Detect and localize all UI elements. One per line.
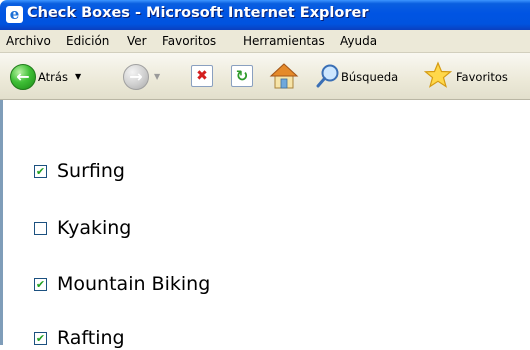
checkmark-icon: ✔: [35, 331, 46, 345]
stop-icon[interactable]: ✖: [191, 65, 213, 87]
forward-arrow-icon[interactable]: →: [123, 64, 149, 90]
menu-ver[interactable]: Ver: [127, 34, 147, 48]
search-button-label[interactable]: Búsqueda: [341, 70, 398, 84]
checkmark-icon: ✔: [35, 277, 46, 291]
menu-herramientas[interactable]: Herramientas: [243, 34, 325, 48]
menu-edicion[interactable]: Edición: [66, 34, 109, 48]
checkbox-row-rafting[interactable]: ✔ Rafting: [34, 326, 125, 350]
back-arrow-icon[interactable]: ←: [10, 64, 36, 90]
checkbox-row-kyaking[interactable]: Kyaking: [34, 216, 131, 240]
back-button-label[interactable]: Atrás: [38, 70, 68, 84]
menu-archivo[interactable]: Archivo: [6, 34, 51, 48]
ie-logo-icon: e: [6, 6, 23, 23]
home-icon[interactable]: [269, 62, 299, 90]
favorites-star-icon[interactable]: [424, 61, 452, 89]
checkbox-rafting[interactable]: ✔: [34, 331, 47, 345]
title-bar[interactable]: e Check Boxes - Microsoft Internet Explo…: [0, 0, 530, 30]
checkbox-row-surfing[interactable]: ✔ Surfing: [34, 159, 125, 183]
checkbox-surfing[interactable]: ✔: [34, 164, 47, 178]
menu-ayuda[interactable]: Ayuda: [340, 34, 377, 48]
checkbox-mountain-biking[interactable]: ✔: [34, 277, 47, 291]
standard-toolbar: ← Atrás ▼ → ▼ ✖ ↻ Búsqueda Favoritos: [0, 53, 530, 100]
checkmark-icon: ✔: [35, 164, 46, 178]
menu-favoritos[interactable]: Favoritos: [162, 34, 216, 48]
favorites-button-label[interactable]: Favoritos: [456, 70, 508, 84]
page-content: ✔ Surfing Kyaking ✔ Mountain Biking ✔ Ra…: [0, 100, 530, 349]
checkbox-label: Mountain Biking: [57, 273, 211, 295]
checkbox-row-mountain-biking[interactable]: ✔ Mountain Biking: [34, 272, 210, 296]
checkbox-label: Rafting: [57, 327, 125, 349]
window-title: Check Boxes - Microsoft Internet Explore…: [27, 5, 369, 21]
refresh-icon[interactable]: ↻: [231, 65, 253, 87]
checkbox-label: Kyaking: [57, 217, 132, 239]
search-icon[interactable]: [316, 63, 340, 89]
menu-bar: Archivo Edición Ver Favoritos Herramient…: [0, 30, 530, 53]
checkbox-label: Surfing: [57, 160, 125, 182]
checkbox-kyaking[interactable]: [34, 221, 47, 235]
back-dropdown-icon[interactable]: ▼: [75, 72, 81, 81]
forward-dropdown-icon[interactable]: ▼: [154, 72, 160, 81]
